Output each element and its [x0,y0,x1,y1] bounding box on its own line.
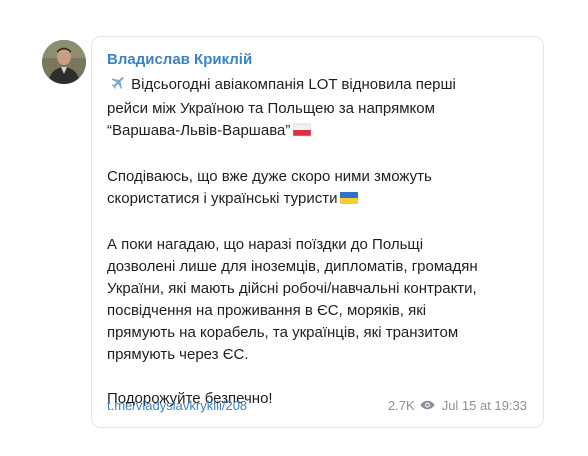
paragraph-3: А поки нагадаю, що наразі поїздки до Пол… [107,234,537,366]
message-line-text: “Варшава-Львів-Варшава” [107,122,291,139]
message-line: Сподіваюсь, що вже дуже скоро ними зможу… [107,168,432,185]
message-line: А поки нагадаю, що наразі поїздки до Пол… [107,236,424,253]
post-link[interactable]: t.me/vladyslavkryklii/208 [107,398,247,413]
message-body: Відсьогодні авіакомпанія LOT відновила п… [107,74,537,410]
paragraph-1: Відсьогодні авіакомпанія LOT відновила п… [107,74,537,144]
poland-flag-icon [293,122,312,144]
paragraph-2: Сподіваюсь, що вже дуже скоро ними зможу… [107,166,537,212]
airplane-icon [110,74,127,98]
message-line: дозволені лише для іноземців, дипломатів… [107,258,478,275]
message-line: Відсьогодні авіакомпанія LOT відновила п… [107,74,537,98]
message-line: посвідчення на проживання в ЄС, моряків,… [107,302,427,319]
message-footer: t.me/vladyslavkryklii/208 2.7K Jul 15 at… [107,398,527,416]
message-line: скористатися і українські туристи [107,188,537,212]
message-line: прямують на корабель, та українців, які … [107,324,459,341]
message-line-text: Відсьогодні авіакомпанія LOT відновила п… [131,76,456,93]
post-meta: 2.7K Jul 15 at 19:33 [388,398,527,413]
message-line: України, які мають дійсні робочі/навчаль… [107,280,477,297]
message-line: прямують через ЄС. [107,346,249,363]
author-avatar[interactable] [42,40,86,84]
view-count: 2.7K [387,398,415,413]
eye-icon [420,398,435,413]
message-card: Владислав Криклій Відсьогодні авіакомпан… [91,36,544,428]
timestamp: Jul 15 at 19:33 [441,398,527,413]
message-line-text: скористатися і українські туристи [107,190,338,207]
message-line: “Варшава-Львів-Варшава” [107,120,537,144]
ukraine-flag-icon [340,190,359,212]
message-line: рейси між Україною та Польщею за напрямк… [107,100,435,117]
author-name[interactable]: Владислав Криклій [107,51,252,68]
